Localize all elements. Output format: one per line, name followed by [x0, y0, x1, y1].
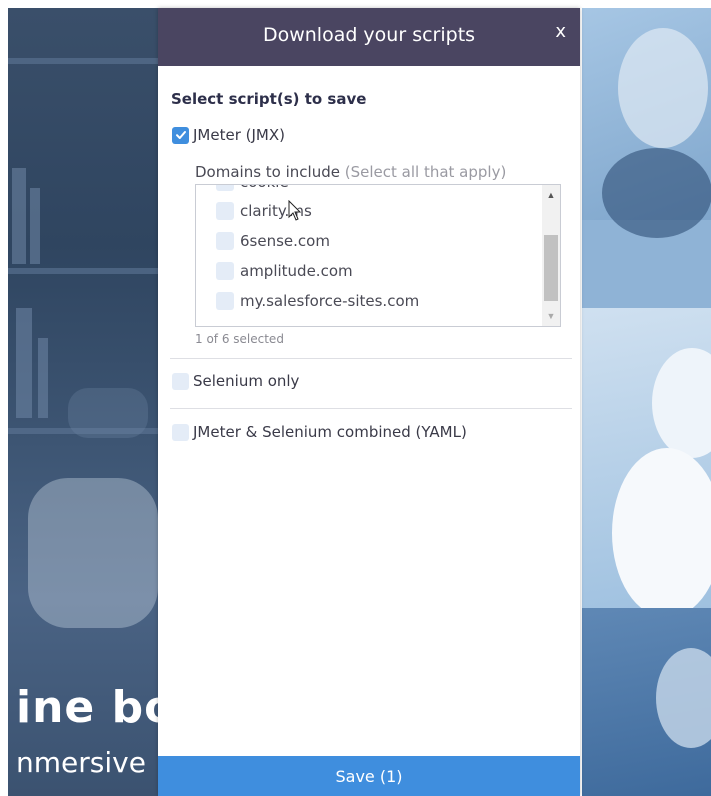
hero-subline: nmersive	[16, 746, 146, 779]
domain-item[interactable]: 6sense.com	[216, 232, 330, 250]
domain-item[interactable]: my.salesforce-sites.com	[216, 292, 419, 310]
book	[38, 338, 48, 418]
option-selenium-only[interactable]: Selenium only	[172, 372, 299, 390]
close-icon[interactable]: x	[555, 21, 566, 42]
book	[16, 308, 32, 418]
option-jmeter-selenium-combined[interactable]: JMeter & Selenium combined (YAML)	[172, 423, 467, 441]
check-icon	[175, 131, 186, 139]
photo-tile	[582, 8, 711, 238]
scroll-down-icon[interactable]: ▼	[542, 308, 560, 324]
domain-label: 6sense.com	[240, 232, 330, 250]
photo-tile	[582, 308, 711, 618]
jmx-checkbox[interactable]	[172, 126, 189, 144]
option-jmeter-jmx[interactable]: JMeter (JMX)	[172, 126, 285, 144]
modal-header: Download your scripts x	[158, 8, 580, 66]
selenium-checkbox[interactable]	[172, 372, 189, 390]
domain-label: amplitude.com	[240, 262, 353, 280]
domain-checkbox[interactable]	[216, 292, 234, 310]
domain-item[interactable]: amplitude.com	[216, 262, 353, 280]
selected-count: 1 of 6 selected	[195, 332, 284, 346]
domain-checkbox[interactable]	[216, 202, 234, 220]
person-face	[652, 348, 711, 458]
listbox-scrollbar[interactable]: ▲ ▼	[542, 185, 560, 326]
background-photo-left: ine bo nmersive	[8, 8, 160, 796]
domains-label-text: Domains to include	[195, 163, 340, 181]
domain-checkbox[interactable]	[216, 262, 234, 280]
book	[30, 188, 40, 264]
background-photo-right	[582, 8, 711, 796]
combined-label: JMeter & Selenium combined (YAML)	[193, 423, 467, 441]
hero-headline: ine bo	[16, 682, 160, 733]
domains-listbox[interactable]: cookie clarity.ms 6sense.com amplitude.c…	[195, 184, 561, 327]
download-scripts-modal: Download your scripts x Select script(s)…	[158, 8, 580, 796]
scroll-thumb[interactable]	[544, 235, 558, 301]
mouse-cursor-icon	[288, 200, 302, 221]
domains-label: Domains to include (Select all that appl…	[195, 163, 506, 181]
bookshelf	[8, 268, 160, 274]
domain-label: cookie	[240, 185, 289, 191]
bookshelf	[8, 58, 160, 64]
save-button[interactable]: Save (1)	[158, 756, 580, 796]
photo-tile	[582, 608, 711, 796]
person-body	[612, 448, 711, 618]
domain-label: my.salesforce-sites.com	[240, 292, 420, 310]
person-face	[656, 648, 711, 748]
person-silhouette	[68, 388, 148, 438]
modal-title: Download your scripts	[262, 24, 476, 46]
book	[12, 168, 26, 264]
divider	[170, 408, 572, 409]
person-shirt	[602, 148, 711, 238]
divider	[170, 358, 572, 359]
domains-hint: (Select all that apply)	[344, 163, 507, 181]
jmx-label: JMeter (JMX)	[193, 126, 285, 144]
domain-checkbox[interactable]	[216, 232, 234, 250]
person-silhouette	[28, 478, 158, 628]
scroll-up-icon[interactable]: ▲	[542, 187, 560, 203]
combined-checkbox[interactable]	[172, 423, 189, 441]
section-label: Select script(s) to save	[171, 90, 367, 108]
domain-checkbox[interactable]	[216, 185, 234, 191]
selenium-label: Selenium only	[193, 372, 300, 390]
domain-item[interactable]: cookie	[216, 185, 289, 191]
person-face	[618, 28, 708, 148]
